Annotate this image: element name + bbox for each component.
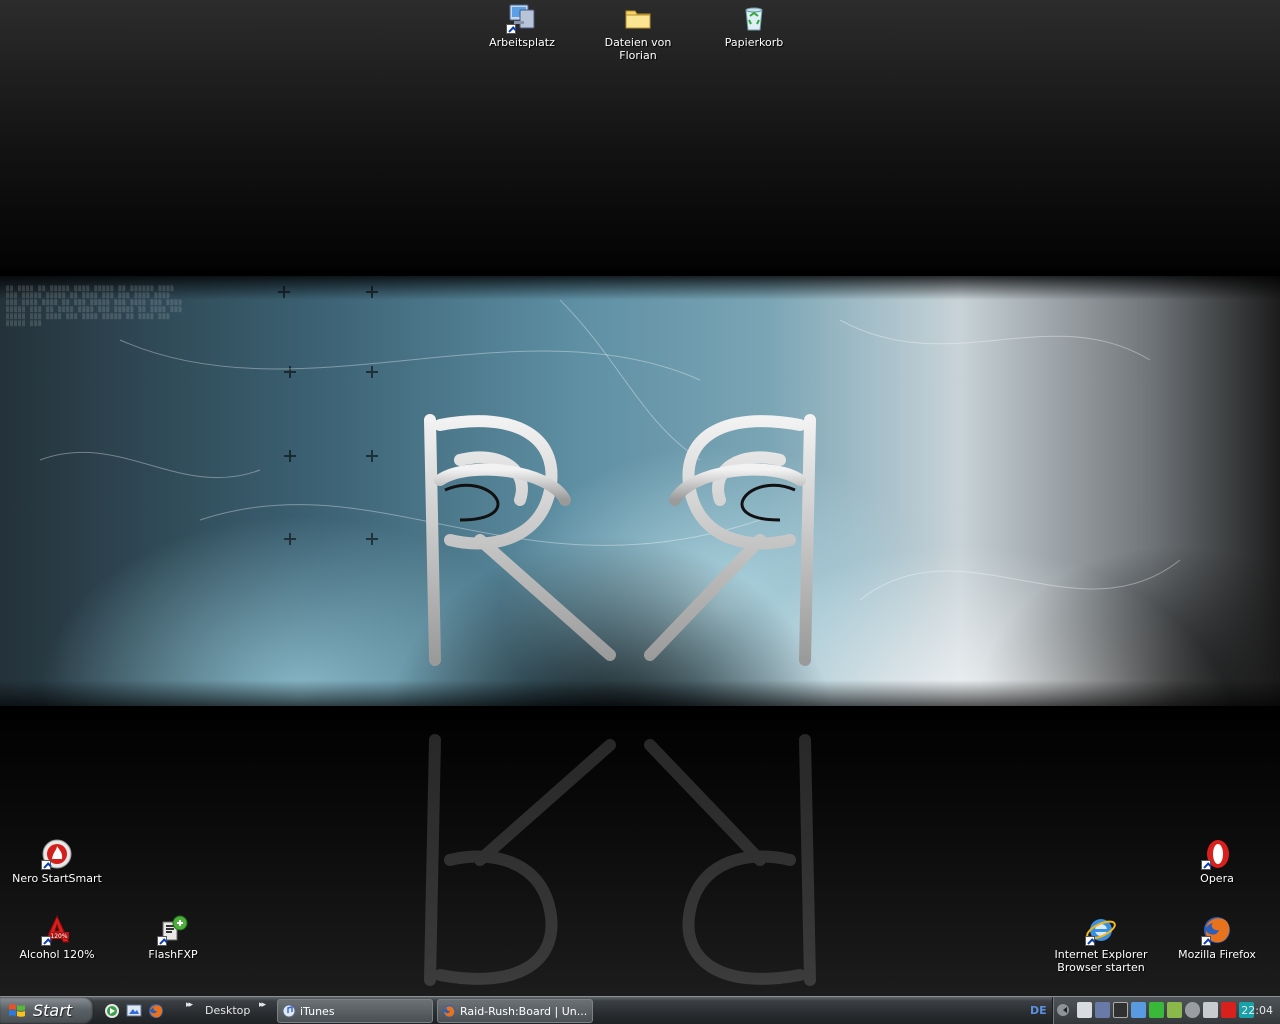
desktop-icon-label: Dateien von Florian — [604, 36, 672, 62]
task-button-firefox[interactable]: Raid-Rush:Board | Un... — [437, 999, 593, 1023]
display-tray-icon[interactable] — [1077, 1002, 1092, 1018]
show-hidden-icons-arrow[interactable] — [1057, 1004, 1069, 1016]
desktop-icon-label: Mozilla Firefox — [1178, 948, 1256, 961]
rr-logo-reflection — [424, 734, 816, 986]
desktop-icon-mozilla-firefox[interactable]: Mozilla Firefox — [1169, 914, 1265, 961]
quick-launch-toolbar — [104, 1002, 164, 1020]
desktop-icon-flashfxp[interactable]: FlashFXP — [125, 914, 221, 961]
firefox-icon — [1201, 914, 1233, 946]
download-tray-icon[interactable] — [1149, 1002, 1164, 1018]
desktop-icon-label: Arbeitsplatz — [489, 36, 555, 49]
task-label: iTunes — [300, 1004, 335, 1018]
desktop-icon-label: Internet Explorer Browser starten — [1054, 948, 1148, 974]
desktop-icon-label: Opera — [1200, 872, 1234, 885]
tray-icons — [1077, 1002, 1254, 1018]
opera-icon — [1201, 838, 1233, 870]
alcohol-icon: 120% — [41, 914, 73, 946]
svg-text:120%: 120% — [50, 933, 67, 940]
volume-tray-icon[interactable] — [1185, 1002, 1200, 1018]
desktop-icon-opera[interactable]: Opera — [1169, 838, 1265, 885]
media-player-icon[interactable] — [104, 1003, 120, 1019]
desktop-toolbar-chevron[interactable]: ▸▸ — [259, 1000, 266, 1010]
clock[interactable]: 22:04 — [1241, 1004, 1273, 1017]
nero-icon — [41, 838, 73, 870]
start-button[interactable]: Start — [0, 997, 94, 1024]
show-desktop-icon[interactable] — [126, 1003, 142, 1019]
desktop-icon-alcohol-120[interactable]: 120% Alcohol 120% — [9, 914, 105, 961]
windows-logo-icon — [9, 1003, 25, 1017]
settings-tray-icon[interactable] — [1203, 1002, 1218, 1018]
system-tray: 22:04 — [1052, 997, 1280, 1024]
wallpaper-decorative-text: ▒▒ ▒▒▒▒ ▒▒ ▒▒▒▒▒ ▒▒▒▒ ▒▒▒▒▒ ▒▒ ▒▒▒▒▒▒ ▒▒… — [6, 286, 183, 327]
headphones-tray-icon[interactable] — [1095, 1002, 1110, 1018]
recycle-bin-icon — [738, 2, 770, 34]
start-label: Start — [33, 1001, 73, 1020]
desktop-icon-recycle-bin[interactable]: Papierkorb — [706, 2, 802, 49]
desktop-icon-user-files[interactable]: Dateien von Florian — [590, 2, 686, 62]
desktop-icon-internet-explorer[interactable]: Internet Explorer Browser starten — [1053, 914, 1149, 974]
flashfxp-icon — [157, 914, 189, 946]
messenger-tray-icon[interactable] — [1167, 1002, 1182, 1018]
desktop-toolbar-label[interactable]: Desktop — [205, 1004, 250, 1017]
desktop-icon-label: Nero StartSmart — [12, 872, 102, 885]
itunes-icon — [282, 1004, 296, 1018]
language-indicator[interactable]: DE — [1030, 1004, 1047, 1017]
rr-logo — [424, 414, 816, 666]
quick-launch-more-chevron[interactable]: ▸▸ — [186, 1000, 193, 1010]
desktop-icon-label: Alcohol 120% — [19, 948, 95, 961]
task-label: Raid-Rush:Board | Un... — [460, 1004, 588, 1018]
desktop-icon-label: Papierkorb — [724, 36, 784, 49]
desktop-icon-nero-startsmart[interactable]: Nero StartSmart — [9, 838, 105, 885]
steam-tray-icon[interactable] — [1113, 1002, 1128, 1018]
antivirus-tray-icon[interactable] — [1221, 1002, 1236, 1018]
taskbar: Start ▸▸ Desktop ▸▸ iTunes Raid-Rush:Boa… — [0, 996, 1280, 1024]
desktop-icon-label: FlashFXP — [148, 948, 198, 961]
internet-explorer-icon — [1085, 914, 1117, 946]
firefox-icon[interactable] — [148, 1003, 164, 1019]
folder-icon — [622, 2, 654, 34]
firefox-icon — [443, 1005, 455, 1017]
task-button-itunes[interactable]: iTunes — [277, 999, 433, 1023]
desktop-icon-my-computer[interactable]: Arbeitsplatz — [474, 2, 570, 49]
my-computer-icon — [506, 2, 538, 34]
network-tray-icon[interactable] — [1131, 1002, 1146, 1018]
desktop-wallpaper: ▒▒ ▒▒▒▒ ▒▒ ▒▒▒▒▒ ▒▒▒▒ ▒▒▒▒▒ ▒▒ ▒▒▒▒▒▒ ▒▒… — [0, 0, 1280, 996]
